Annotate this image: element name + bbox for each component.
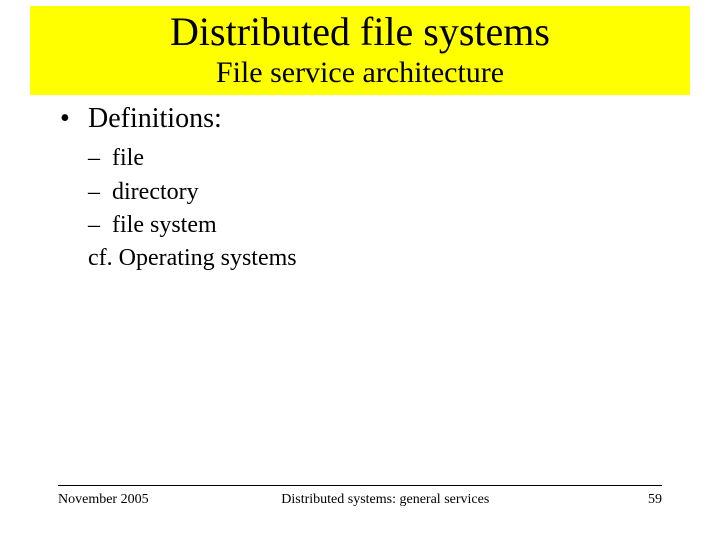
bullet-level2-plain: cf. Operating systems [88, 243, 660, 274]
bullet-level2: directory [88, 177, 660, 208]
footer-date: November 2005 [58, 492, 149, 508]
bullet-level2: file system [88, 210, 660, 241]
title-block: Distributed file systems File service ar… [30, 6, 690, 95]
footer-page-number: 59 [622, 492, 662, 508]
footer-title: Distributed systems: general services [149, 492, 622, 508]
bullet-level1: Definitions: [60, 101, 660, 137]
slide-body: Definitions: file directory file system … [60, 101, 660, 274]
slide-footer: November 2005 Distributed systems: gener… [0, 485, 720, 508]
slide-subtitle: File service architecture [30, 56, 690, 89]
bullet-level2: file [88, 143, 660, 174]
footer-divider [58, 485, 662, 486]
footer-row: November 2005 Distributed systems: gener… [0, 492, 720, 508]
slide-title: Distributed file systems [30, 10, 690, 54]
bullet-sublist: file directory file system cf. Operating… [88, 143, 660, 274]
